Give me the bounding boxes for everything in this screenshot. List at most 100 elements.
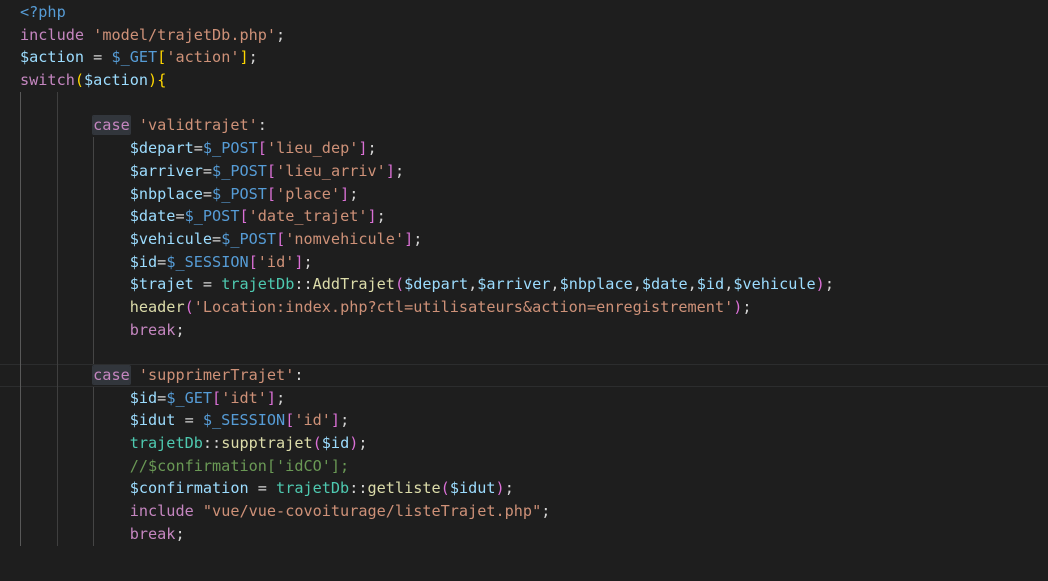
code-line[interactable]: header('Location:index.php?ctl=utilisate… xyxy=(20,296,1048,319)
code-line[interactable]: $nbplace=$_POST['place']; xyxy=(20,183,1048,206)
code-token: 'Location:index.php?ctl=utilisateurs&act… xyxy=(194,298,733,316)
code-token: header xyxy=(130,298,185,316)
code-token: 'model/trajetDb.php' xyxy=(93,26,276,44)
code-token: 'validtrajet' xyxy=(139,116,258,134)
code-token: = xyxy=(157,389,166,407)
code-token: ; xyxy=(340,411,349,429)
code-token: 'id' xyxy=(258,253,295,271)
code-token: ] xyxy=(331,411,340,429)
code-line[interactable]: break; xyxy=(20,523,1048,546)
code-token: : xyxy=(258,116,267,134)
code-token: $nbplace xyxy=(560,275,633,293)
code-line[interactable] xyxy=(20,341,1048,364)
code-token: ; xyxy=(413,230,422,248)
code-token: $_SESSION xyxy=(166,253,248,271)
code-token: = xyxy=(157,253,166,271)
code-token xyxy=(20,207,130,225)
code-line[interactable] xyxy=(20,92,1048,115)
code-token: ] xyxy=(239,48,248,66)
code-line[interactable]: $arriver=$_POST['lieu_arriv']; xyxy=(20,160,1048,183)
code-line[interactable]: break; xyxy=(20,319,1048,342)
code-token: 'nomvehicule' xyxy=(285,230,404,248)
code-token: AddTrajet xyxy=(313,275,395,293)
code-token: , xyxy=(633,275,642,293)
code-token: $id xyxy=(130,389,157,407)
code-token xyxy=(20,162,130,180)
code-token: ] xyxy=(294,253,303,271)
code-token: $_GET xyxy=(166,389,212,407)
code-token: break xyxy=(130,525,176,543)
code-line[interactable]: $idut = $_SESSION['id']; xyxy=(20,409,1048,432)
code-token xyxy=(20,411,130,429)
code-line[interactable]: $vehicule=$_POST['nomvehicule']; xyxy=(20,228,1048,251)
code-token: ] xyxy=(404,230,413,248)
code-token: "vue/vue-covoiturage/listeTrajet.php" xyxy=(203,502,541,520)
code-token: include xyxy=(130,502,194,520)
code-token: ; xyxy=(249,48,258,66)
code-token: ; xyxy=(358,434,367,452)
code-line[interactable]: case 'validtrajet': xyxy=(20,114,1048,137)
code-token: ) xyxy=(496,479,505,497)
code-token: [ xyxy=(267,185,276,203)
code-token: $vehicule xyxy=(130,230,212,248)
code-token: switch xyxy=(20,71,75,89)
code-line[interactable] xyxy=(20,546,1048,569)
code-token: = xyxy=(84,48,111,66)
code-token: $depart xyxy=(404,275,468,293)
code-editor[interactable]: <?phpinclude 'model/trajetDb.php';$actio… xyxy=(0,0,1048,581)
code-token: ( xyxy=(395,275,404,293)
code-token: = xyxy=(203,185,212,203)
code-line[interactable]: $confirmation = trajetDb::getliste($idut… xyxy=(20,477,1048,500)
code-token: [ xyxy=(258,139,267,157)
code-token: $trajet xyxy=(130,275,194,293)
code-line[interactable]: //$confirmation['idCO']; xyxy=(20,455,1048,478)
code-token: 'lieu_dep' xyxy=(267,139,358,157)
code-line[interactable]: include "vue/vue-covoiturage/listeTrajet… xyxy=(20,500,1048,523)
code-token: ] xyxy=(340,185,349,203)
code-token: $date xyxy=(130,207,176,225)
code-token: : xyxy=(294,366,303,384)
code-token: ] xyxy=(386,162,395,180)
code-line[interactable]: <?php xyxy=(20,1,1048,24)
code-line[interactable]: $id=$_GET['idt']; xyxy=(20,387,1048,410)
code-line[interactable]: $trajet = trajetDb::AddTrajet($depart,$a… xyxy=(20,273,1048,296)
code-token: = xyxy=(175,411,202,429)
code-token: , xyxy=(724,275,733,293)
code-token: ; xyxy=(825,275,834,293)
code-token: ) xyxy=(349,434,358,452)
code-line[interactable]: include 'model/trajetDb.php'; xyxy=(20,24,1048,47)
code-token: [ xyxy=(276,230,285,248)
code-token: $nbplace xyxy=(130,185,203,203)
code-token: ; xyxy=(304,253,313,271)
code-line[interactable]: case 'supprimerTrajet': xyxy=(20,364,1048,387)
code-token xyxy=(20,116,93,134)
code-token: $_POST xyxy=(212,162,267,180)
code-token: supptrajet xyxy=(221,434,312,452)
code-token: :: xyxy=(349,479,367,497)
code-token: include xyxy=(20,26,84,44)
code-line[interactable]: $depart=$_POST['lieu_dep']; xyxy=(20,137,1048,160)
code-token: ] xyxy=(368,207,377,225)
code-token: ; xyxy=(276,26,285,44)
code-line[interactable]: $date=$_POST['date_trajet']; xyxy=(20,205,1048,228)
code-line[interactable]: switch($action){ xyxy=(20,69,1048,92)
code-token xyxy=(20,457,130,475)
code-token: { xyxy=(157,71,166,89)
code-token: ( xyxy=(313,434,322,452)
code-token: = xyxy=(212,230,221,248)
code-line[interactable]: trajetDb::supptrajet($id); xyxy=(20,432,1048,455)
code-token xyxy=(194,502,203,520)
code-line[interactable]: $action = $_GET['action']; xyxy=(20,46,1048,69)
code-token: ; xyxy=(368,139,377,157)
code-token: 'place' xyxy=(276,185,340,203)
code-token: [ xyxy=(267,162,276,180)
code-token: $action xyxy=(84,71,148,89)
code-token xyxy=(84,26,93,44)
code-token: ) xyxy=(148,71,157,89)
code-token: $id xyxy=(130,253,157,271)
code-token: ( xyxy=(185,298,194,316)
code-token: $_POST xyxy=(203,139,258,157)
code-line[interactable]: $id=$_SESSION['id']; xyxy=(20,251,1048,274)
code-token: = xyxy=(194,275,221,293)
code-token xyxy=(20,275,130,293)
